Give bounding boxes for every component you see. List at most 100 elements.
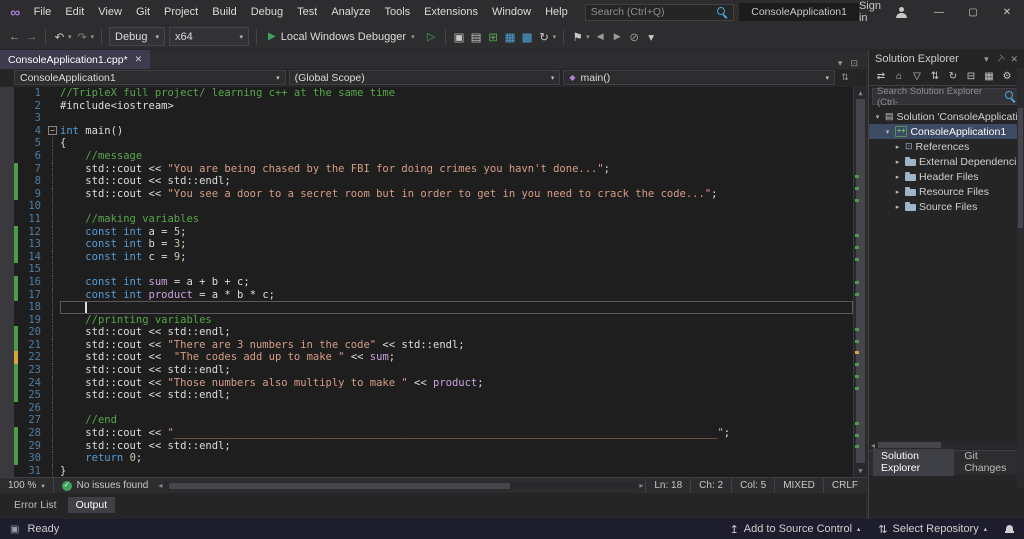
- breakpoint-margin[interactable]: [0, 212, 14, 226]
- start-debugging-button[interactable]: ▶ Local Windows Debugger ▾: [262, 31, 423, 43]
- code-line-5[interactable]: 5{: [0, 137, 853, 150]
- code-line-12[interactable]: 12 const int a = 5;: [0, 225, 853, 239]
- code-text[interactable]: //message: [60, 150, 853, 163]
- code-text[interactable]: std::cout << "There are 3 numbers in the…: [60, 339, 853, 352]
- undo-icon[interactable]: ↶: [51, 30, 68, 44]
- code-text[interactable]: std::cout << std::endl;: [60, 326, 853, 339]
- code-line-21[interactable]: 21 std::cout << "There are 3 numbers in …: [0, 338, 853, 352]
- properties-icon[interactable]: ⚙: [999, 71, 1015, 82]
- code-text[interactable]: const int b = 3;: [60, 238, 853, 251]
- sync-with-active-document-icon[interactable]: ⇅: [927, 71, 943, 82]
- breakpoint-margin[interactable]: [0, 326, 14, 339]
- solution-search-box[interactable]: Search Solution Explorer (Ctrl-: [872, 86, 1021, 108]
- expand-node-icon[interactable]: ▸: [893, 188, 902, 196]
- code-text[interactable]: const int c = 9;: [60, 251, 853, 264]
- code-line-19[interactable]: 19 //printing variables: [0, 313, 853, 327]
- code-line-29[interactable]: 29 std::cout << std::endl;: [0, 439, 853, 453]
- close-panel-icon[interactable]: ✕: [1010, 54, 1018, 65]
- breakpoint-margin[interactable]: [0, 137, 14, 150]
- breakpoint-margin[interactable]: [0, 351, 14, 365]
- code-text[interactable]: }: [60, 465, 853, 477]
- menu-tools[interactable]: Tools: [377, 2, 417, 22]
- collapse-all-icon[interactable]: ⊟: [963, 71, 979, 82]
- menu-file[interactable]: File: [27, 2, 59, 22]
- code-line-1[interactable]: 1 //TripleX full project/ learning c++ at…: [0, 87, 853, 100]
- code-text[interactable]: [60, 112, 853, 125]
- code-text[interactable]: //end: [60, 414, 853, 427]
- breakpoint-margin[interactable]: [0, 401, 14, 415]
- code-line-20[interactable]: 20 std::cout << std::endl;: [0, 326, 853, 339]
- scroll-left-icon[interactable]: ◂: [158, 481, 162, 490]
- breakpoint-margin[interactable]: [0, 149, 14, 163]
- navigate-backward-icon[interactable]: ←: [6, 31, 23, 43]
- menu-view[interactable]: View: [91, 2, 129, 22]
- code-text[interactable]: std::cout << std::endl;: [60, 364, 853, 377]
- breakpoint-margin[interactable]: [0, 124, 14, 138]
- tree-item-external-dependencies[interactable]: ▸ External Dependencies: [869, 154, 1024, 169]
- member-dropdown[interactable]: ◆ main() ▾: [563, 70, 836, 85]
- tool-tab-error-list[interactable]: Error List: [6, 497, 65, 513]
- tree-item-source-files[interactable]: ▸ Source Files: [869, 199, 1024, 214]
- code-text[interactable]: return 0;: [60, 452, 853, 465]
- notifications-bell-icon[interactable]: [1005, 524, 1014, 534]
- toolbar-overflow-icon[interactable]: ▾: [643, 30, 660, 44]
- expand-node-icon[interactable]: ▸: [893, 173, 902, 181]
- code-text[interactable]: [60, 263, 853, 276]
- split-window-icon[interactable]: ⇅: [838, 72, 852, 83]
- home-icon[interactable]: ⌂: [891, 71, 907, 82]
- code-text[interactable]: std::cout << "You see a door to a secret…: [60, 188, 853, 201]
- code-line-24[interactable]: 24 std::cout << "Those numbers also mult…: [0, 376, 853, 390]
- pin-icon[interactable]: ⊤: [993, 52, 1007, 65]
- collapse-node-icon[interactable]: ▾: [883, 128, 892, 136]
- panel-tab-git-changes[interactable]: Git Changes: [956, 448, 1020, 476]
- code-text[interactable]: std::cout << std::endl;: [60, 440, 853, 453]
- redo-icon-dropdown[interactable]: ▾: [91, 33, 97, 41]
- refresh-icon[interactable]: ↻: [536, 30, 553, 44]
- code-line-10[interactable]: 10: [0, 200, 853, 213]
- column-indicator[interactable]: Col: 5: [731, 478, 774, 493]
- breakpoint-margin[interactable]: [0, 439, 14, 453]
- breakpoint-margin[interactable]: [0, 452, 14, 465]
- tree-item-solution-consoleapplication1[interactable]: ▾ ▤ Solution 'ConsoleApplication1: [869, 109, 1024, 124]
- save-file-icon[interactable]: ▦: [502, 30, 519, 44]
- code-line-27[interactable]: 27 //end: [0, 414, 853, 428]
- breakpoint-margin[interactable]: [0, 112, 14, 125]
- code-line-23[interactable]: 23 std::cout << std::endl;: [0, 364, 853, 377]
- collapse-node-icon[interactable]: ▾: [873, 113, 882, 121]
- character-indicator[interactable]: Ch: 2: [690, 478, 731, 493]
- breakpoint-margin[interactable]: [0, 99, 14, 113]
- code-line-7[interactable]: 7 std::cout << "You are being chased by …: [0, 162, 853, 176]
- code-line-15[interactable]: 15: [0, 263, 853, 276]
- breakpoint-margin[interactable]: [0, 275, 14, 289]
- breakpoint-margin[interactable]: [0, 364, 14, 377]
- code-line-14[interactable]: 14 const int c = 9;: [0, 250, 853, 264]
- code-text[interactable]: {: [60, 137, 853, 150]
- horizontal-scrollbar[interactable]: ◂ ▸: [156, 478, 645, 493]
- menu-window[interactable]: Window: [485, 2, 538, 22]
- switch-views-icon[interactable]: ⇄: [873, 71, 889, 82]
- breakpoint-margin[interactable]: [0, 187, 14, 201]
- code-text[interactable]: std::cout << std::endl;: [60, 175, 853, 188]
- add-to-source-control-button[interactable]: ↥ Add to Source Control ▴: [730, 523, 861, 536]
- code-text[interactable]: int main(): [60, 125, 853, 138]
- breakpoint-margin[interactable]: [0, 464, 14, 477]
- breakpoint-margin[interactable]: [0, 238, 14, 251]
- breakpoint-margin[interactable]: [0, 288, 14, 302]
- tree-item-header-files[interactable]: ▸ Header Files: [869, 169, 1024, 184]
- code-text[interactable]: [60, 200, 853, 213]
- scrollbar-track[interactable]: [877, 441, 1016, 449]
- scroll-down-icon[interactable]: ▼: [854, 465, 866, 477]
- menu-help[interactable]: Help: [538, 2, 575, 22]
- background-tasks-icon[interactable]: ▣: [10, 524, 19, 535]
- code-text[interactable]: std::cout << "You are being chased by th…: [60, 163, 853, 176]
- platform-dropdown[interactable]: x64 ▾: [169, 27, 250, 46]
- breakpoint-margin[interactable]: [0, 301, 14, 314]
- code-line-9[interactable]: 9 std::cout << "You see a door to a secr…: [0, 187, 853, 201]
- code-line-8[interactable]: 8 std::cout << std::endl;: [0, 175, 853, 188]
- toggle-bookmark-icon[interactable]: ⚑: [569, 30, 586, 44]
- breakpoint-margin[interactable]: [0, 427, 14, 440]
- code-text[interactable]: const int sum = a + b + c;: [60, 276, 853, 289]
- code-text[interactable]: const int product = a * b * c;: [60, 289, 853, 302]
- scrollbar-track[interactable]: [164, 481, 638, 490]
- clear-bookmarks-icon[interactable]: ⊘: [626, 30, 643, 44]
